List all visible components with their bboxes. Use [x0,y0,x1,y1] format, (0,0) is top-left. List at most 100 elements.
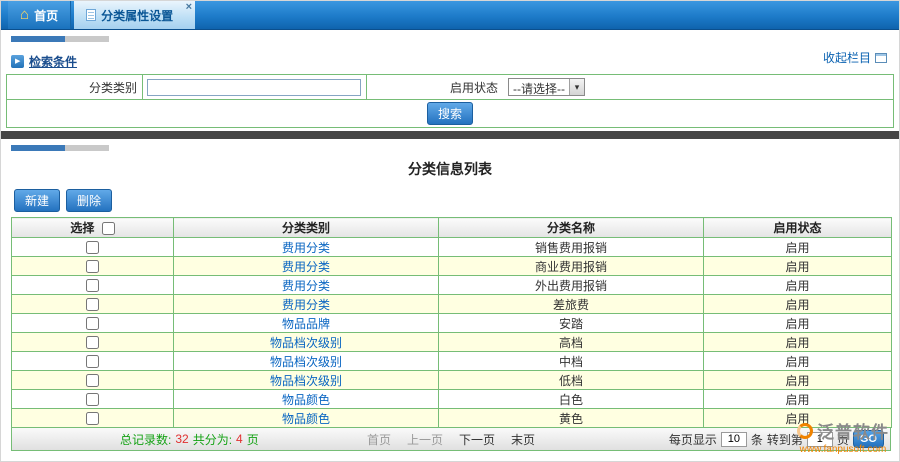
tab-category-settings[interactable]: 分类属性设置 × [74,1,195,29]
row-checkbox[interactable] [86,374,99,387]
category-type-link[interactable]: 费用分类 [282,260,330,274]
close-tab-icon[interactable]: × [186,1,192,13]
progress-segment-blue [11,145,65,151]
category-type-link[interactable]: 物品颜色 [282,412,330,426]
category-type-label: 分类类别 [7,75,143,99]
watermark-brand: 泛普软件 [817,418,889,443]
table-row: 费用分类 外出费用报销启用 [12,276,892,295]
select-cell [12,314,174,333]
category-type-link[interactable]: 物品品牌 [282,317,330,331]
search-button[interactable]: 搜索 [427,102,473,125]
category-type-cell [143,75,367,99]
section-progress-bar [11,36,899,42]
category-name-cell: 安踏 [439,314,704,333]
row-checkbox[interactable] [86,393,99,406]
select-cell [12,333,174,352]
tab-home-label: 首页 [34,7,58,24]
category-type-cell: 物品档次级别 [174,333,439,352]
category-type-link[interactable]: 费用分类 [282,279,330,293]
first-page-link[interactable]: 首页 [367,431,391,448]
tab-category-settings-label: 分类属性设置 [101,7,173,24]
status-select[interactable]: --请选择-- [508,78,585,96]
header-status: 启用状态 [704,218,892,238]
list-title: 分类信息列表 [1,159,899,179]
search-form: 分类类别 启用状态 --请选择-- 搜索 [6,74,894,128]
total-pages-value: 4 [236,432,243,446]
category-type-link[interactable]: 费用分类 [282,298,330,312]
search-form-row: 分类类别 启用状态 --请选择-- [7,75,893,100]
row-checkbox[interactable] [86,298,99,311]
category-type-link[interactable]: 物品档次级别 [270,336,342,350]
next-page-link[interactable]: 下一页 [459,431,495,448]
select-cell [12,390,174,409]
per-page-input[interactable] [721,432,747,447]
category-type-link[interactable]: 物品档次级别 [270,374,342,388]
select-cell [12,371,174,390]
dropdown-arrow-icon [569,79,584,95]
status-cell: 启用 [704,390,892,409]
watermark: 泛普软件 www.fanpusoft.com [797,418,889,455]
status-cell: 启用 [704,314,892,333]
category-type-link[interactable]: 费用分类 [282,241,330,255]
total-records-value: 32 [175,432,188,446]
select-cell [12,295,174,314]
header-category-type: 分类类别 [174,218,439,238]
category-name-cell: 白色 [439,390,704,409]
progress-segment-gray [65,145,109,151]
row-checkbox[interactable] [86,279,99,292]
row-checkbox[interactable] [86,336,99,349]
watermark-url: www.fanpusoft.com [797,444,889,455]
prev-page-link[interactable]: 上一页 [407,431,443,448]
table-row: 物品档次级别高档启用 [12,333,892,352]
total-pages-label: 共分为: [193,431,232,448]
category-name-cell: 外出费用报销 [439,276,704,295]
watermark-brand-row: 泛普软件 [797,418,889,443]
status-cell: 启用 [704,352,892,371]
category-type-cell: 费用分类 [174,276,439,295]
select-all-checkbox[interactable] [102,222,115,235]
table-row: 物品颜色 白色启用 [12,390,892,409]
category-type-input[interactable] [147,79,361,96]
row-checkbox[interactable] [86,355,99,368]
progress-segment-blue [11,36,65,42]
home-icon [20,8,29,22]
row-checkbox[interactable] [86,317,99,330]
category-name-cell: 低档 [439,371,704,390]
progress-segment-gray [65,36,109,42]
status-cell: 启用 [704,295,892,314]
search-section-label: 检索条件 [29,53,77,70]
row-checkbox[interactable] [86,241,99,254]
table-row: 物品品牌 安踏启用 [12,314,892,333]
row-checkbox[interactable] [86,412,99,425]
per-page-label: 每页显示 [669,431,717,448]
select-cell [12,409,174,428]
category-type-link[interactable]: 物品颜色 [282,393,330,407]
status-cell: 启用 [704,276,892,295]
last-page-link[interactable]: 末页 [511,431,535,448]
list-progress-bar [11,145,899,151]
table-row: 物品颜色黄色启用 [12,409,892,428]
collapse-columns-link[interactable]: 收起栏目 [823,49,887,66]
category-type-cell: 费用分类 [174,295,439,314]
collapse-columns-label: 收起栏目 [823,49,871,66]
row-checkbox[interactable] [86,260,99,273]
total-pages-unit: 页 [247,431,259,448]
category-type-link[interactable]: 物品档次级别 [270,355,342,369]
collapse-icon [875,53,887,63]
select-cell [12,352,174,371]
table-row: 费用分类商业费用报销启用 [12,257,892,276]
tab-home[interactable]: 首页 [8,1,71,29]
status-cell: 启用 [704,238,892,257]
page: 首页 分类属性设置 × 收起栏目 检索条件 分类类别 启用状态 [0,0,900,462]
category-name-cell: 销售费用报销 [439,238,704,257]
table-row: 物品档次级别 中档启用 [12,352,892,371]
category-name-cell: 中档 [439,352,704,371]
select-cell [12,257,174,276]
delete-button[interactable]: 删除 [66,189,112,212]
category-name-cell: 黄色 [439,409,704,428]
status-select-value: --请选择-- [509,79,569,95]
new-button[interactable]: 新建 [14,189,60,212]
pagination-bar: 总记录数: 32 共分为: 4 页 首页 上一页 下一页 末页 每页显示 条 转… [11,428,891,451]
table-body: 费用分类销售费用报销启用费用分类商业费用报销启用费用分类外出费用报销启用费用分类… [12,238,892,428]
category-name-cell: 商业费用报销 [439,257,704,276]
